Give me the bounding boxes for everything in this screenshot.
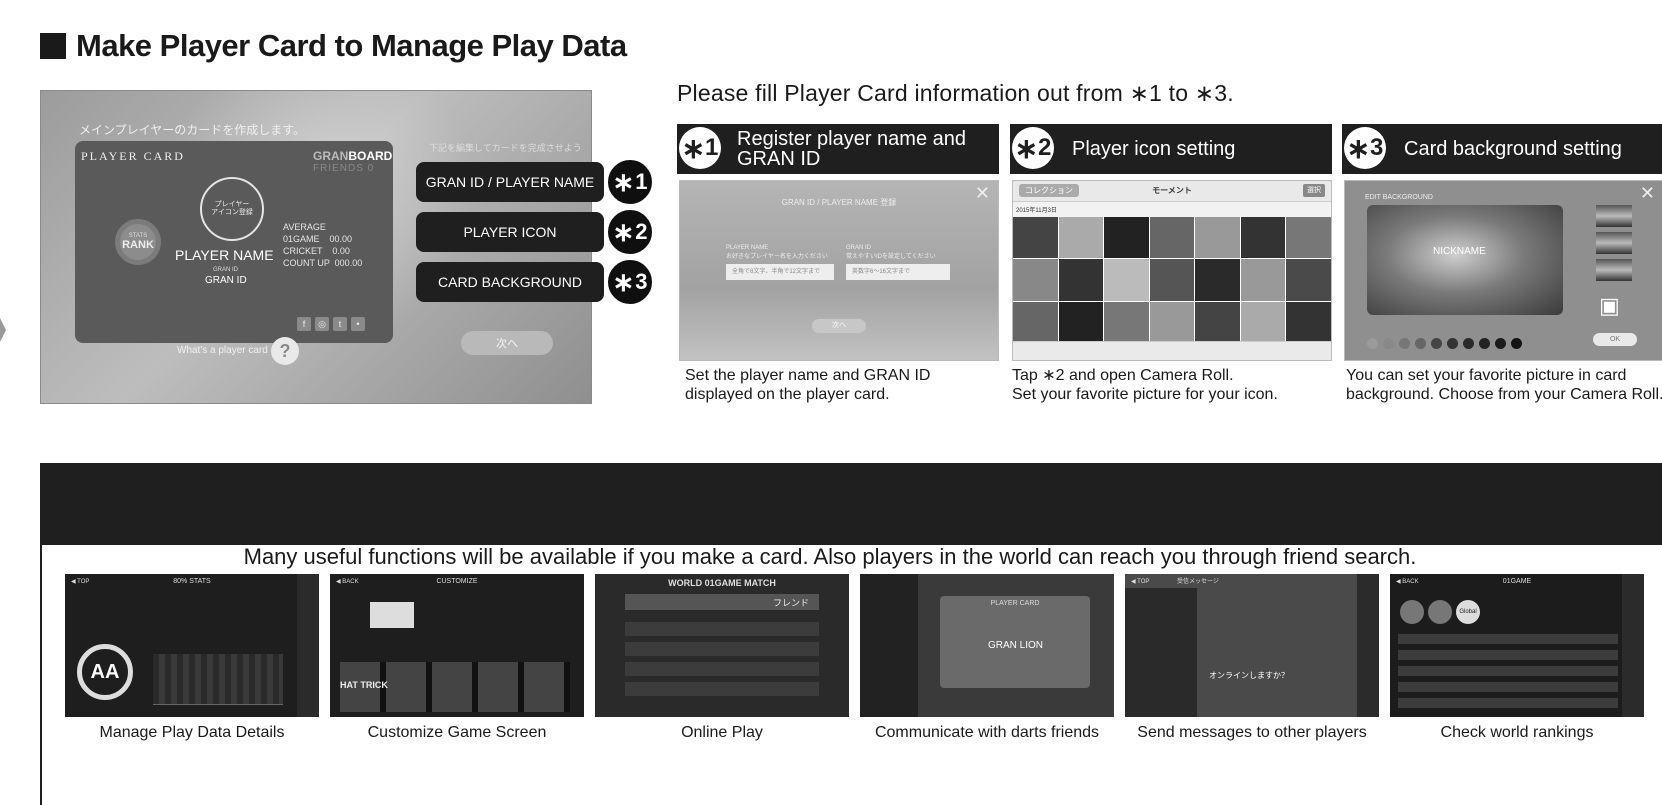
feature-caption-stats: Manage Play Data Details (99, 724, 285, 741)
photos-tab-bar (1013, 341, 1331, 360)
step-1-screen-title: GRAN ID / PLAYER NAME 登録 (781, 198, 897, 207)
name-label: PLAYER NAME お好きなプレイヤー名を入力ください (726, 245, 828, 260)
feature-screen-customize: ◀ BACK CUSTOMIZE HAT TRICK (330, 574, 584, 717)
player-name-input[interactable]: 全角で8文字、半角で12文字まで (726, 264, 834, 280)
close-icon[interactable]: ✕ (975, 183, 990, 204)
step-2-header: ∗ 2 Player icon setting (1010, 124, 1332, 174)
stats-rank-badge: STATS RANK (115, 219, 161, 265)
next-button[interactable]: 次へ (461, 331, 553, 355)
background-thumbnails[interactable] (1596, 205, 1632, 286)
step-1-badge: ∗ 1 (679, 127, 721, 169)
instruction-text: Please fill Player Card information out … (677, 80, 1234, 106)
step-1-caption: Set the player name and GRAN ID displayed… (685, 367, 931, 403)
functions-banner: Many useful functions will be available … (243, 544, 1417, 569)
feature-caption-rankings: Check world rankings (1440, 724, 1594, 741)
twitter-icon[interactable]: t (333, 317, 347, 331)
player-icon-register[interactable]: プレイヤー アイコン登録 (200, 177, 264, 241)
camera-icon[interactable]: ▣ (1599, 293, 1620, 319)
edit-prompt: 下記を編集してカードを完成させよう (429, 143, 582, 153)
badge-step-3: ∗ 3 (605, 257, 655, 307)
card-preview (1367, 205, 1563, 315)
ok-button[interactable]: OK (1593, 333, 1637, 346)
badge-step-2: ∗ 2 (605, 207, 655, 257)
step-3-title: Card background setting (1404, 138, 1622, 160)
step-2-badge: ∗ 2 (1012, 127, 1054, 169)
player-name: PLAYER NAME (175, 247, 274, 263)
photo-grid[interactable] (1013, 217, 1331, 343)
step-1-screenshot: GRAN ID / PLAYER NAME 登録 ✕ PLAYER NAME お… (679, 180, 999, 361)
close-icon[interactable]: ✕ (1640, 183, 1655, 204)
pill-card-background[interactable]: CARD BACKGROUND (416, 262, 604, 302)
step-3-badge: ∗ 3 (1344, 127, 1386, 169)
color-swatches[interactable] (1367, 338, 1522, 349)
moments-title: モーメント (1152, 186, 1192, 195)
gran-id-input[interactable]: 英数字6〜16文字まで (846, 264, 950, 280)
edit-background-title: EDIT BACKGROUND (1365, 194, 1433, 201)
nickname-text: NICKNAME (1433, 246, 1486, 257)
select-button[interactable]: 選択 (1303, 184, 1325, 197)
pill-gran-id-player-name[interactable]: GRAN ID / PLAYER NAME (416, 162, 604, 202)
feature-caption-online: Online Play (681, 724, 763, 741)
gran-id-value: GRAN ID (205, 275, 247, 286)
step-1-header: ∗ 1 Register player name and GRAN ID (677, 124, 999, 174)
player-card: PLAYER CARD GRANBOARD FRIENDS 0 プレイヤー アイ… (75, 141, 393, 343)
help-icon[interactable]: ? (271, 337, 299, 365)
feature-screen-stats: ◀ TOP 80% STATS AA (65, 574, 319, 717)
social-icons: f ◎ t • (297, 317, 365, 331)
feature-caption-friends: Communicate with darts friends (874, 724, 1100, 741)
step-2-caption: Tap ∗2 and open Camera Roll. Set your fav… (1012, 367, 1278, 403)
step-2-screenshot: コレクション モーメント 選択 2015年11月3日 (1012, 180, 1332, 361)
card-label: PLAYER CARD (81, 149, 185, 163)
id-label: GRAN ID 覚えやすいIDを設定してください (846, 245, 936, 260)
feature-screen-online: WORLD 01GAME MATCH フレンド (595, 574, 849, 717)
feature-screen-friends: PLAYER CARD GRAN LION (860, 574, 1114, 717)
step-1-title: Register player name and GRAN ID (737, 128, 967, 170)
gran-id-label: GRAN ID (213, 267, 239, 273)
instagram-icon[interactable]: ◎ (315, 317, 329, 331)
step-3-header: ∗ 3 Card background setting (1342, 124, 1662, 174)
step-1-next-button[interactable]: 次へ (812, 319, 866, 333)
feature-screen-rankings: ◀ BACK 01GAME Global (1390, 574, 1644, 717)
friends-count: FRIENDS 0 (313, 163, 375, 174)
pill-player-icon[interactable]: PLAYER ICON (416, 212, 604, 252)
create-card-prompt: メインプレイヤーのカードを作成します。 (79, 123, 306, 137)
step-2-title: Player icon setting (1072, 138, 1236, 160)
heading-text: Make Player Card to Manage Play Data (76, 28, 627, 63)
functions-header-bar (40, 463, 1662, 545)
feature-caption-customize: Customize Game Screen (367, 724, 547, 741)
page-heading: Make Player Card to Manage Play Data (40, 26, 627, 66)
feature-caption-messages: Send messages to other players (1137, 724, 1367, 741)
feature-screen-messages: ◀ TOP 受信メッセージ オンラインしますか？ (1125, 574, 1379, 717)
left-arrow-icon (0, 318, 6, 342)
facebook-icon[interactable]: f (297, 317, 311, 331)
step-3-screenshot: EDIT BACKGROUND ✕ NICKNAME ▣ OK (1344, 180, 1662, 361)
heading-square-icon (40, 33, 66, 59)
brand-logo: GRANBOARD (313, 149, 393, 163)
share-icon[interactable]: • (351, 317, 365, 331)
step-3-caption: You can set your favorite picture in car… (1346, 367, 1662, 403)
average-stats: AVERAGE 01GAME 00.00 CRICKET 0.00 COUNT … (283, 222, 363, 268)
whats-player-card-link[interactable]: What's a player card (177, 345, 268, 356)
photo-date: 2015年11月3日 (1016, 208, 1057, 214)
badge-step-1: ∗ 1 (605, 157, 655, 207)
